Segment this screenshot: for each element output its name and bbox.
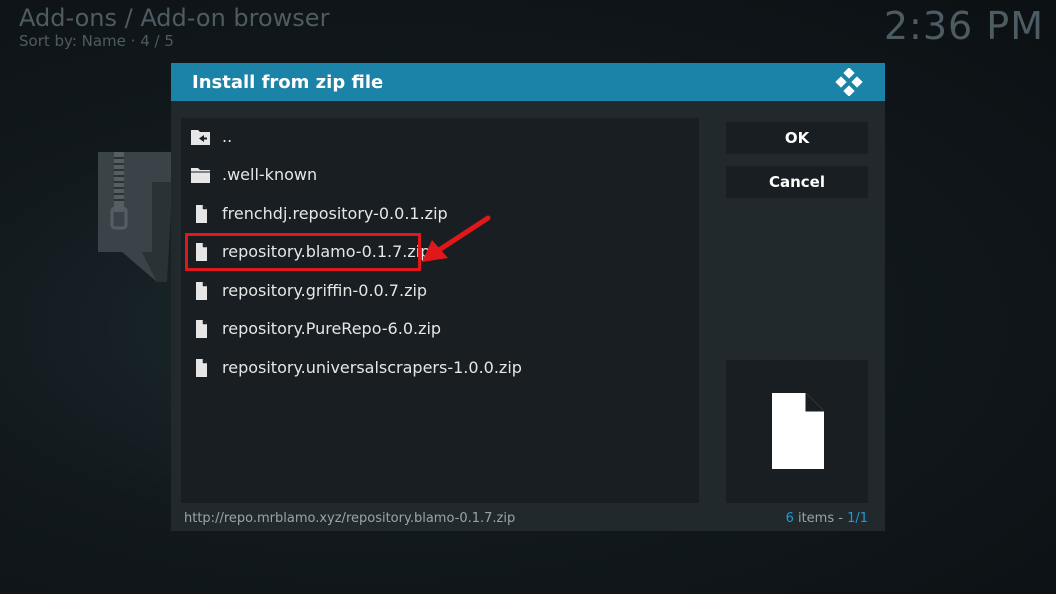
dialog-title: Install from zip file <box>192 72 384 93</box>
background-header: Add-ons / Add-on browser Sort by: Name ·… <box>19 4 329 50</box>
file-icon <box>196 282 207 300</box>
file-icon <box>196 359 207 377</box>
list-item[interactable]: .well-known <box>181 156 699 194</box>
sort-info: Sort by: Name · 4 / 5 <box>19 32 174 50</box>
file-preview <box>726 360 868 503</box>
list-item-label: repository.griffin-0.0.7.zip <box>222 281 428 300</box>
file-icon <box>196 205 207 223</box>
list-item-label: .well-known <box>222 165 318 184</box>
selected-path: http://repo.mrblamo.xyz/repository.blamo… <box>184 511 516 526</box>
file-icon <box>196 320 207 338</box>
list-item-label: .. <box>222 127 233 146</box>
item-count-number: 6 <box>785 511 794 526</box>
clock: 2:36 PM <box>883 4 1044 48</box>
list-item[interactable]: .. <box>181 118 699 156</box>
zip-archive-icon <box>98 152 172 282</box>
file-list: .. .well-known frenchdj.repository-0.0.1… <box>181 118 699 503</box>
list-item[interactable]: repository.griffin-0.0.7.zip <box>181 272 699 310</box>
ok-button[interactable]: OK <box>726 122 868 154</box>
cancel-button[interactable]: Cancel <box>726 166 868 198</box>
folder-icon <box>191 168 210 183</box>
dialog-header: Install from zip file <box>171 63 885 101</box>
file-preview-icon <box>772 393 824 469</box>
highlight-box <box>185 233 421 271</box>
item-count: 6 items - 1/1 <box>786 511 868 526</box>
kodi-logo-icon <box>835 68 863 96</box>
red-arrow-icon <box>422 215 491 262</box>
list-item-label: repository.universalscrapers-1.0.0.zip <box>222 358 522 377</box>
install-from-zip-dialog: Install from zip file .. .well-known fre… <box>171 63 885 531</box>
breadcrumb: Add-ons / Add-on browser <box>19 4 330 32</box>
list-item[interactable]: repository.PureRepo-6.0.zip <box>181 310 699 348</box>
page-indicator: 1/1 <box>847 511 868 526</box>
list-item[interactable]: repository.universalscrapers-1.0.0.zip <box>181 349 699 387</box>
folder-back-icon <box>191 130 210 145</box>
list-item-label: repository.PureRepo-6.0.zip <box>222 319 442 338</box>
item-count-text: items - <box>793 511 848 526</box>
list-item-label: frenchdj.repository-0.0.1.zip <box>222 204 448 223</box>
